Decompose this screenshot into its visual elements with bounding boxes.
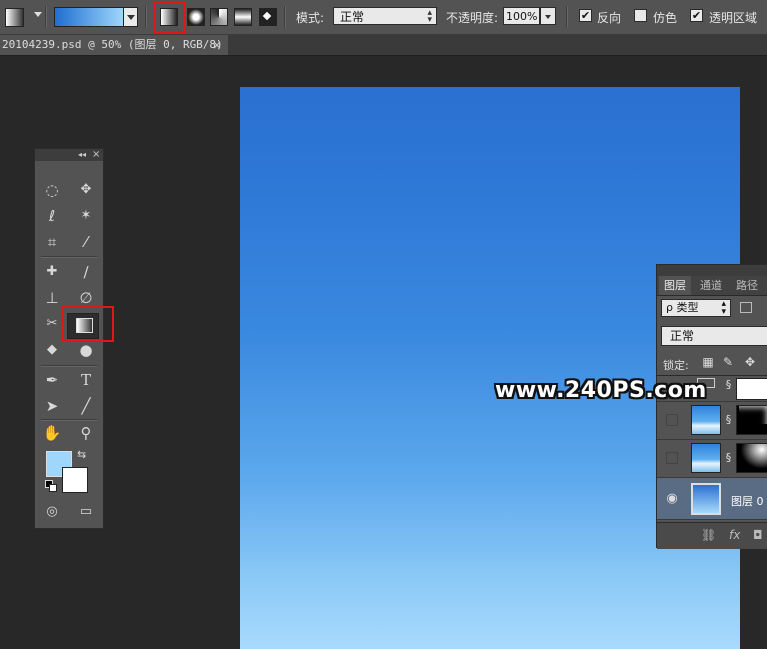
eyedropper-tool-icon[interactable]: ⁄ <box>75 231 97 253</box>
default-colors-icon[interactable] <box>45 480 57 492</box>
reflected-gradient-button[interactable] <box>234 8 252 26</box>
mode-value: 正常 <box>340 10 365 24</box>
tab-channels[interactable]: 通道 <box>695 276 727 295</box>
radial-gradient-button[interactable] <box>187 8 205 26</box>
updown-arrow-icon: ▴ ▾ <box>721 299 726 317</box>
layer-name[interactable]: 图层 0 <box>731 493 764 509</box>
move-tool-icon[interactable]: ✥ <box>75 179 97 201</box>
opacity-slider-button[interactable] <box>540 7 556 25</box>
lock-image-icon[interactable]: ✎ <box>721 355 735 369</box>
clone-stamp-tool-icon[interactable]: ⊥ <box>41 287 63 309</box>
type-tool-icon[interactable]: T <box>75 369 97 391</box>
layer-thumbnail <box>691 443 721 473</box>
quick-mask-icon[interactable]: ◎ <box>41 501 63 523</box>
collapse-icon[interactable]: ◂◂ <box>78 149 86 161</box>
panel-header[interactable] <box>657 265 767 276</box>
panel-tabs: 图层 通道 路径 <box>657 276 767 296</box>
tab-layers[interactable]: 图层 <box>659 276 691 295</box>
watermark-text: www.240PS.com <box>495 378 707 403</box>
chain-link-icon[interactable]: § <box>724 451 733 465</box>
close-icon[interactable]: × <box>92 149 100 161</box>
swap-colors-icon[interactable]: ⇆ <box>77 448 86 461</box>
chevron-down-icon[interactable] <box>34 12 42 17</box>
divider <box>284 6 286 28</box>
document-tab-bar: 20104239.psd @ 50% (图层 0, RGB/8) * × <box>0 35 767 56</box>
hand-tool-icon[interactable]: ✋ <box>41 422 63 444</box>
close-icon[interactable]: × <box>212 38 222 52</box>
opacity-input[interactable]: 100% <box>503 7 540 25</box>
document-tab[interactable]: 20104239.psd @ 50% (图层 0, RGB/8) * <box>0 35 228 55</box>
lock-position-icon[interactable]: ✥ <box>743 355 757 369</box>
document-tab-title: 20104239.psd @ 50% (图层 0, RGB/8) * <box>2 38 228 51</box>
dither-label: 仿色 <box>653 11 678 25</box>
opacity-label: 不透明度: <box>446 11 499 25</box>
toolbox-header[interactable]: ◂◂ × <box>35 149 103 161</box>
layers-panel-footer: ⛓ fx ◘ <box>657 522 767 549</box>
divider <box>45 6 47 28</box>
magic-wand-tool-icon[interactable]: ✶ <box>75 205 97 227</box>
screen-mode-icon[interactable]: ▭ <box>75 501 97 523</box>
line-tool-icon[interactable]: ╱ <box>75 395 97 417</box>
layer-thumbnail <box>691 483 721 515</box>
tool-preset-picker[interactable] <box>5 8 24 27</box>
divider <box>41 365 97 367</box>
diamond-gradient-button[interactable] <box>259 8 277 26</box>
crop-tool-icon[interactable]: ⌗ <box>41 231 63 253</box>
options-bar: 模式: 正常 ▴ ▾ 不透明度: 100% ✔ 反向 仿色 ✔ 透明区域 <box>0 0 767 35</box>
transparency-label: 透明区域 <box>709 11 758 25</box>
reverse-checkbox[interactable]: ✔ <box>579 9 592 22</box>
divider <box>41 256 97 258</box>
blur-tool-icon[interactable]: ◆ <box>41 339 63 361</box>
pen-tool-icon[interactable]: ✒ <box>41 369 63 391</box>
divider <box>41 419 97 421</box>
linear-gradient-button[interactable] <box>160 8 178 26</box>
layer-mask-thumbnail[interactable] <box>736 405 767 435</box>
tab-paths[interactable]: 路径 <box>731 276 763 295</box>
lock-transparent-icon[interactable]: ▦ <box>701 355 715 369</box>
reverse-label: 反向 <box>597 11 622 25</box>
marquee-tool-icon[interactable]: ◌ <box>41 179 63 201</box>
highlight-box <box>61 306 114 342</box>
add-mask-icon[interactable]: ◘ <box>753 528 763 542</box>
blend-mode-select[interactable]: 正常 <box>661 326 767 346</box>
visibility-toggle[interactable] <box>666 452 678 464</box>
chain-link-icon[interactable]: § <box>724 378 733 392</box>
layers-panel: 图层 通道 路径 ρ 类型 ▴ ▾ 正常 锁定: ▦ ✎ ✥ § § § ◉ 图层… <box>656 264 767 549</box>
zoom-tool-icon[interactable]: ⚲ <box>75 422 97 444</box>
eraser-tool-icon[interactable]: ✂ <box>41 313 63 335</box>
background-color-swatch[interactable] <box>62 467 88 493</box>
lock-label: 锁定: <box>663 359 689 372</box>
brush-tool-icon[interactable]: ∕ <box>75 261 97 283</box>
gradient-dropdown-button[interactable] <box>123 7 138 27</box>
layer-row[interactable]: § <box>657 402 767 440</box>
layer-filter-value: ρ 类型 <box>666 301 699 314</box>
dither-checkbox[interactable] <box>634 9 647 22</box>
updown-arrow-icon: ▴ ▾ <box>427 8 432 25</box>
layer-mask-thumbnail[interactable] <box>736 378 767 400</box>
transparency-checkbox[interactable]: ✔ <box>690 9 703 22</box>
fx-icon[interactable]: fx <box>729 528 740 542</box>
gradient-picker[interactable] <box>54 7 124 27</box>
eye-icon[interactable]: ◉ <box>664 492 680 506</box>
image-filter-icon[interactable] <box>740 302 752 313</box>
layer-mask-thumbnail[interactable] <box>736 443 767 473</box>
mode-select[interactable]: 正常 ▴ ▾ <box>333 7 437 25</box>
chain-link-icon[interactable]: § <box>724 413 733 427</box>
healing-brush-tool-icon[interactable]: ✚ <box>41 261 63 283</box>
layer-row-selected[interactable]: ◉ 图层 0 <box>657 478 767 520</box>
link-layers-icon[interactable]: ⛓ <box>701 528 716 542</box>
mode-label: 模式: <box>296 11 325 25</box>
path-selection-tool-icon[interactable]: ➤ <box>41 395 63 417</box>
dodge-tool-icon[interactable]: ● <box>75 339 97 361</box>
layer-thumbnail <box>691 405 721 435</box>
divider <box>566 6 568 28</box>
lasso-tool-icon[interactable]: ℓ <box>41 205 63 227</box>
layer-filter-select[interactable]: ρ 类型 ▴ ▾ <box>661 299 731 317</box>
angle-gradient-button[interactable] <box>210 8 228 26</box>
layer-row[interactable]: § <box>657 440 767 478</box>
visibility-toggle[interactable] <box>666 414 678 426</box>
divider <box>145 6 147 28</box>
